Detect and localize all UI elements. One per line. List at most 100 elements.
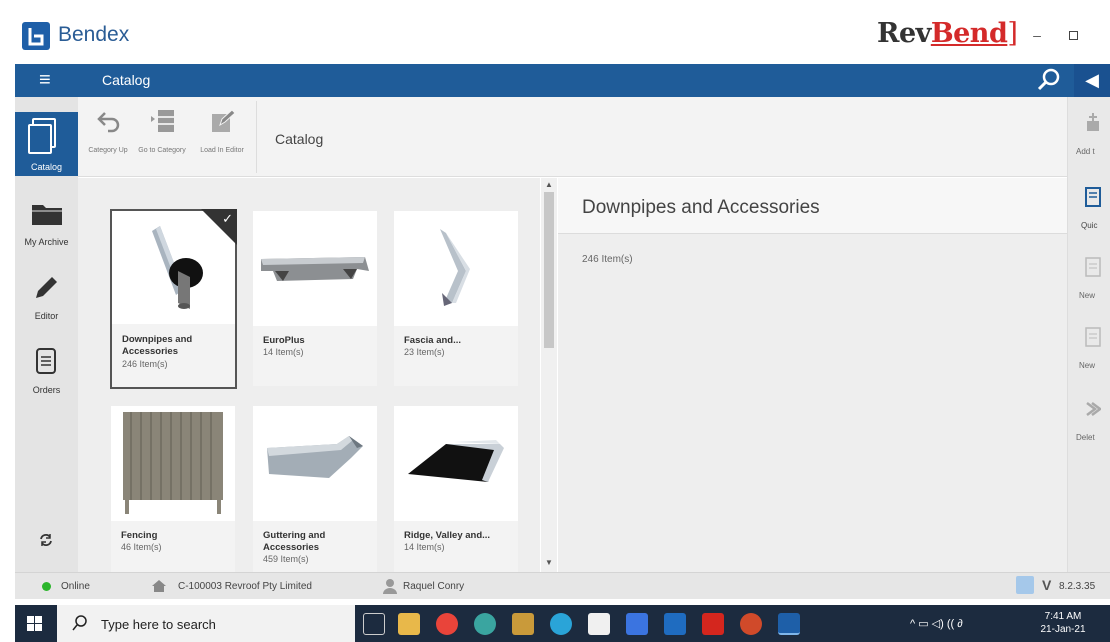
clock[interactable]: 7:41 AM 21-Jan-21 xyxy=(1035,610,1091,636)
catalog-card-europlus[interactable]: EuroPlus 14 Item(s) xyxy=(253,211,377,386)
detail-title: Downpipes and Accessories xyxy=(582,197,820,218)
collapse-panel-button[interactable]: ◀ xyxy=(1074,64,1110,97)
catalog-scrollbar[interactable]: ▲ ▼ xyxy=(541,178,557,572)
nav-item-catalog[interactable]: Catalog xyxy=(15,112,78,176)
minimize-button[interactable]: – xyxy=(1030,28,1044,42)
scroll-down-arrow-icon[interactable]: ▼ xyxy=(545,558,553,567)
pencil-icon xyxy=(36,277,57,298)
search-placeholder: Type here to search xyxy=(101,617,216,632)
chat-icon[interactable] xyxy=(1016,576,1034,594)
add-to-icon xyxy=(1087,113,1099,131)
title-bar: Bendex RevBend] – xyxy=(0,0,1110,64)
app-icon[interactable] xyxy=(512,613,534,635)
app-name: Bendex xyxy=(58,23,130,46)
detail-header: Downpipes and Accessories xyxy=(558,178,1067,234)
catalog-card-fascia[interactable]: Fascia and... 23 Item(s) xyxy=(394,211,518,386)
acrobat-icon[interactable] xyxy=(702,613,724,635)
undo-arrow-icon xyxy=(97,112,120,133)
action-quick[interactable]: Quic xyxy=(1068,187,1110,233)
zoom-icon[interactable] xyxy=(626,613,648,635)
nav-item-editor[interactable]: Editor xyxy=(15,272,78,327)
version-logo-icon: V xyxy=(1042,577,1052,593)
card-count: 459 Item(s) xyxy=(263,554,309,564)
catalog-card-downpipes[interactable]: ✓ Downpipes and Accessories 246 Item(s) xyxy=(110,209,237,389)
product-image-fencing xyxy=(111,406,235,521)
action-label: Delet xyxy=(1076,433,1095,442)
nav-item-my-archive[interactable]: My Archive xyxy=(15,197,78,255)
folder-icon xyxy=(32,205,62,225)
taskbar-search-box[interactable]: Type here to search xyxy=(57,605,355,642)
toolbar: Category Up Go to Category Load In Edito… xyxy=(78,97,1067,177)
search-icon[interactable] xyxy=(1036,67,1062,93)
action-label: New xyxy=(1079,291,1096,300)
brand-part1: Rev xyxy=(877,18,931,49)
toolbar-label: Load In Editor xyxy=(200,147,244,154)
bendex-logo-icon xyxy=(22,22,50,50)
action-delete[interactable]: Delet xyxy=(1068,399,1110,445)
catalog-card-ridge-valley[interactable]: Ridge, Valley and... 14 Item(s) xyxy=(394,406,518,572)
load-in-editor-button[interactable]: Load In Editor xyxy=(198,97,246,177)
go-to-category-button[interactable]: Go to Category xyxy=(138,97,186,177)
product-image-guttering xyxy=(253,406,377,521)
card-name: EuroPlus xyxy=(263,335,305,346)
scroll-up-arrow-icon[interactable]: ▲ xyxy=(545,180,553,189)
version-number: 8.2.3.35 xyxy=(1059,581,1096,592)
action-label: Add t xyxy=(1076,147,1095,156)
card-name: Fencing xyxy=(121,530,158,541)
powerpoint-icon[interactable] xyxy=(740,613,762,635)
hamburger-menu-icon[interactable]: ≡ xyxy=(39,70,57,90)
user-icon xyxy=(383,579,397,594)
nav-item-orders[interactable]: Orders xyxy=(15,345,78,400)
bendex-taskbar-icon[interactable] xyxy=(778,613,800,635)
app-header: ≡ Catalog ◀ xyxy=(15,64,1110,97)
detail-panel: Downpipes and Accessories 246 Item(s) xyxy=(558,178,1067,572)
load-editor-icon xyxy=(212,109,236,132)
clock-date: 21-Jan-21 xyxy=(1040,624,1086,635)
card-name: Fascia and... xyxy=(404,335,462,346)
home-icon xyxy=(152,580,166,592)
nav-label: Editor xyxy=(34,311,59,321)
action-add-to[interactable]: Add t xyxy=(1068,113,1110,159)
new-document-icon xyxy=(1085,257,1101,277)
card-count: 14 Item(s) xyxy=(404,542,445,552)
detail-count: 246 Item(s) xyxy=(582,254,633,265)
product-image-fascia xyxy=(394,211,518,326)
chrome-icon[interactable] xyxy=(436,613,458,635)
store-icon[interactable] xyxy=(588,613,610,635)
action-new-1[interactable]: New xyxy=(1068,257,1110,303)
scrollbar-thumb[interactable] xyxy=(544,192,554,348)
toolbar-title: Catalog xyxy=(275,131,324,147)
system-tray[interactable]: ^ ▭ ◁) (( ∂ xyxy=(910,617,963,630)
header-title: Catalog xyxy=(102,72,151,88)
outlook-icon[interactable] xyxy=(664,613,686,635)
app-window: Bendex RevBend] – ≡ Catalog ◀ Catalog My… xyxy=(0,0,1110,642)
card-count: 23 Item(s) xyxy=(404,347,445,357)
maximize-button[interactable] xyxy=(1069,31,1078,40)
delete-icon xyxy=(1086,402,1101,416)
catalog-card-fencing[interactable]: Fencing 46 Item(s) xyxy=(111,406,235,572)
edge-icon[interactable] xyxy=(550,613,572,635)
card-name: Downpipes and Accessories xyxy=(122,334,193,357)
action-new-2[interactable]: New xyxy=(1068,327,1110,373)
nav-item-sync[interactable] xyxy=(15,529,78,553)
card-count: 246 Item(s) xyxy=(122,359,168,369)
sync-icon xyxy=(40,534,52,546)
status-bar: Online C-100003 Revroof Pty Limited Raqu… xyxy=(15,572,1110,599)
clock-time: 7:41 AM xyxy=(1044,611,1082,622)
catalog-card-guttering[interactable]: Guttering and Accessories 459 Item(s) xyxy=(253,406,377,572)
file-explorer-icon[interactable] xyxy=(398,613,420,635)
catalog-grid: ✓ Downpipes and Accessories 246 Item(s) … xyxy=(78,178,540,572)
search-icon xyxy=(72,615,87,631)
task-view-icon[interactable] xyxy=(363,613,385,635)
toolbar-divider xyxy=(256,101,257,173)
card-count: 14 Item(s) xyxy=(263,347,304,357)
category-up-button[interactable]: Category Up xyxy=(84,97,132,177)
left-nav: Catalog My Archive Editor Orders xyxy=(15,97,78,572)
browser-icon[interactable] xyxy=(474,613,496,635)
revbend-logo: RevBend] xyxy=(877,18,1018,49)
company-name: C-100003 Revroof Pty Limited xyxy=(178,581,312,592)
online-status-text: Online xyxy=(61,581,90,592)
online-status-dot xyxy=(42,582,51,591)
windows-start-icon[interactable] xyxy=(27,616,42,631)
product-image-europlus xyxy=(253,211,377,326)
